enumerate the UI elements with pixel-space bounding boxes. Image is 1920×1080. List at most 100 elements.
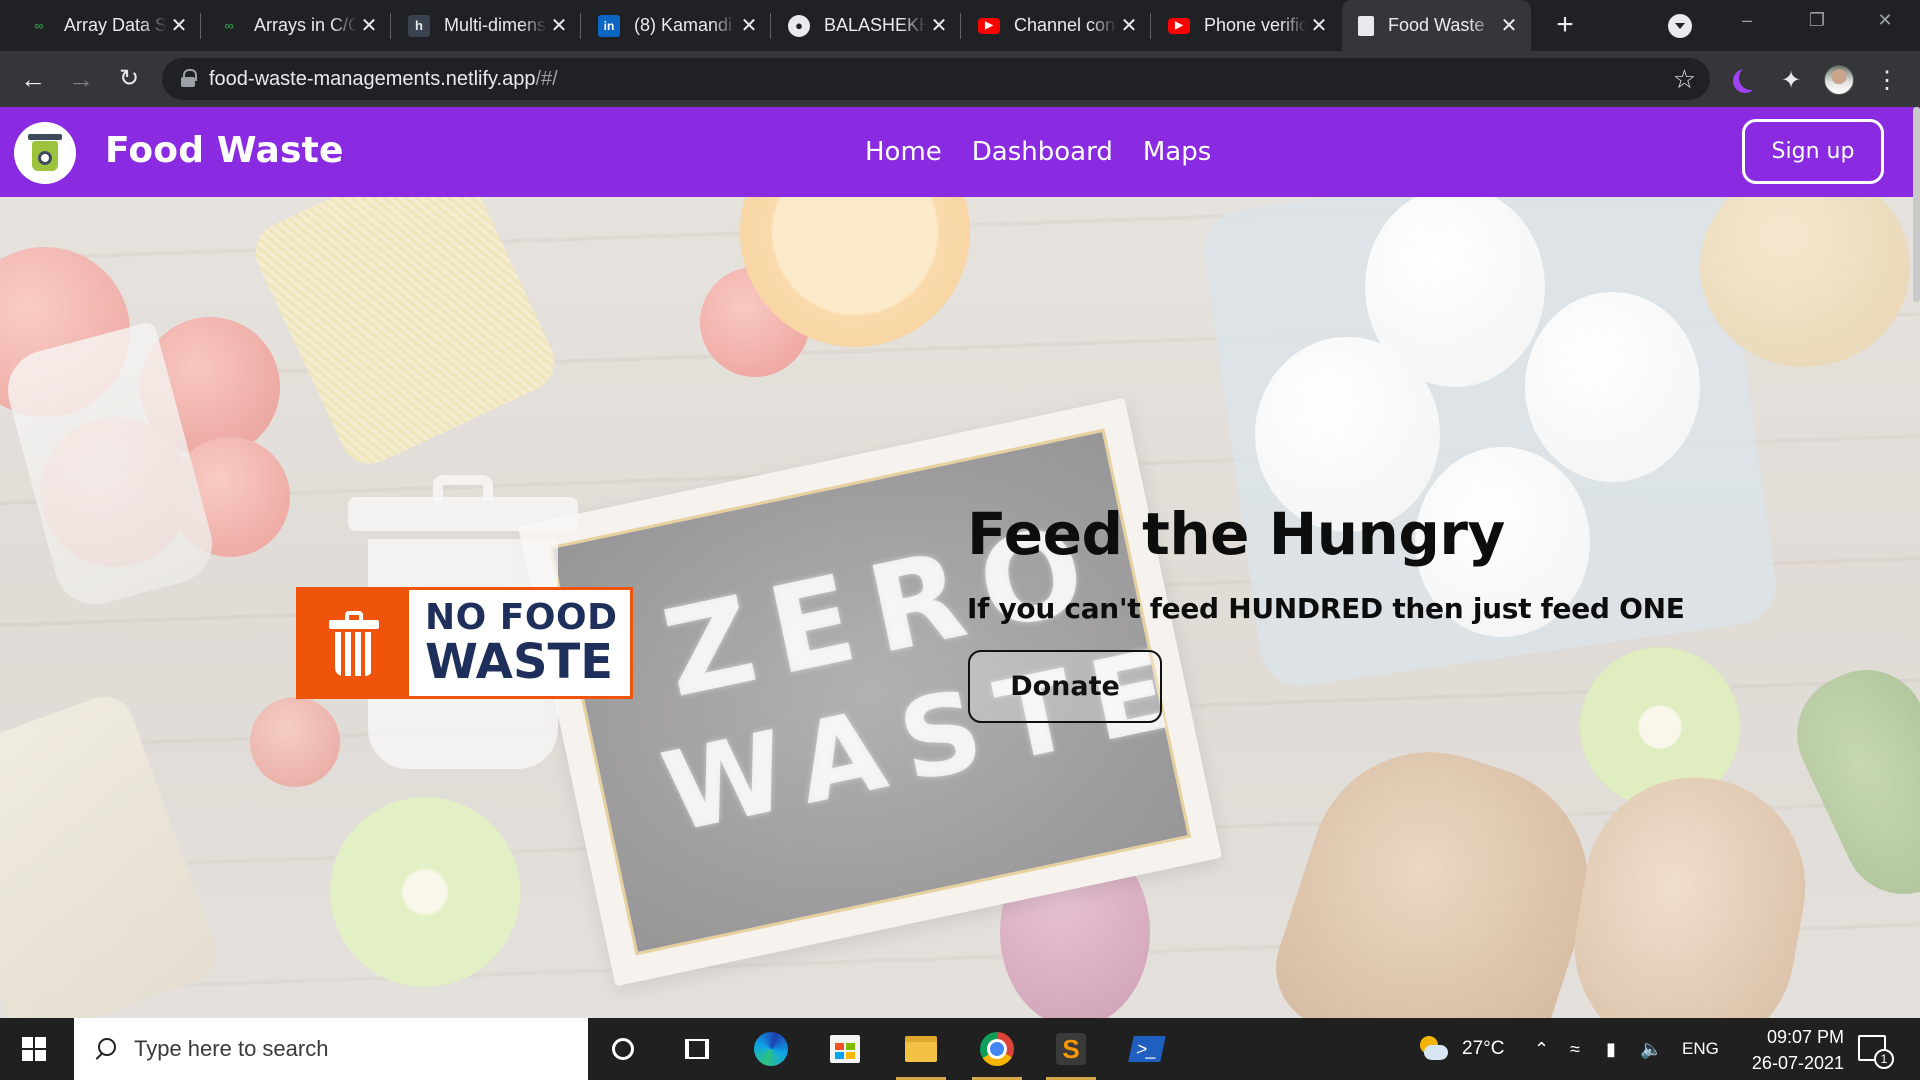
chrome-icon[interactable]: [972, 1032, 1022, 1080]
tab-close-icon[interactable]: ✕: [1307, 13, 1331, 38]
forward-arrow-icon[interactable]: →: [64, 63, 98, 97]
tab-title: Arrays in C/C++ - GeeksforGeeks: [254, 15, 357, 35]
sublime-text-icon[interactable]: S: [1046, 1033, 1096, 1080]
profile-avatar[interactable]: [1824, 65, 1854, 95]
tab-divider: [960, 13, 961, 39]
logo-text-line2: WASTE: [425, 634, 614, 690]
tab-divider: [770, 13, 771, 39]
web-page: ZERO WASTE NO FOOD WASTE Feed the Hungry…: [0, 107, 1920, 1018]
browser-tab[interactable]: ∞ Array Data Structure - GeeksforGeeks ✕: [12, 0, 201, 51]
hero-section: ZERO WASTE NO FOOD WASTE Feed the Hungry…: [0, 197, 1920, 1018]
powershell-icon[interactable]: >_: [1128, 1033, 1166, 1065]
tab-close-icon[interactable]: ✕: [167, 13, 191, 38]
browser-tab[interactable]: h Multi-dimensional Arrays ✕: [392, 0, 581, 51]
extensions-puzzle-icon[interactable]: ✦: [1776, 65, 1806, 95]
site-logo[interactable]: [14, 122, 76, 184]
nav-link-maps[interactable]: Maps: [1143, 137, 1211, 167]
weather-widget[interactable]: 27°C: [1418, 1018, 1504, 1080]
taskbar-search-box[interactable]: Type here to search: [74, 1018, 588, 1080]
browser-tab[interactable]: in (8) Kamandi ✕: [582, 0, 771, 51]
recycle-bin-icon: [28, 134, 62, 171]
trash-bin-icon: [299, 590, 409, 696]
page-scrollbar[interactable]: [1913, 107, 1920, 302]
windows-start-icon[interactable]: [22, 1037, 46, 1061]
page-favicon-icon: [1358, 15, 1374, 36]
show-hidden-icons-chevron-icon[interactable]: ⌃: [1534, 1018, 1549, 1080]
file-explorer-icon[interactable]: [896, 1033, 946, 1080]
url-text[interactable]: food-waste-managements.netlify.app/#/: [209, 68, 558, 91]
nav-link-dashboard[interactable]: Dashboard: [972, 137, 1113, 167]
minimize-icon[interactable]: –: [1718, 0, 1776, 40]
nav-link-home[interactable]: Home: [865, 137, 942, 167]
geeksforgeeks-icon: ∞: [34, 18, 44, 33]
tab-title: BALASHEKHAR: [824, 15, 927, 35]
hero-title: Feed the Hungry: [967, 500, 1505, 568]
menu-kebab-icon[interactable]: ⋮: [1872, 65, 1902, 95]
taskbar-search-placeholder: Type here to search: [134, 1036, 329, 1061]
task-view-icon[interactable]: [680, 1033, 714, 1065]
browser-tab[interactable]: ▶ Phone verification ✕: [1152, 0, 1341, 51]
microsoft-store-icon[interactable]: [828, 1033, 862, 1065]
notification-count-badge: 1: [1874, 1049, 1894, 1069]
browser-tab-strip: ∞ Array Data Structure - GeeksforGeeks ✕…: [0, 0, 1920, 51]
tab-title: Multi-dimensional Arrays: [444, 15, 547, 35]
browser-toolbar: ← → ↻ food-waste-managements.netlify.app…: [0, 51, 1920, 107]
language-indicator[interactable]: ENG: [1682, 1018, 1719, 1080]
tab-close-icon[interactable]: ✕: [1117, 13, 1141, 38]
restore-icon[interactable]: ❐: [1788, 0, 1846, 40]
tab-close-icon[interactable]: ✕: [357, 13, 381, 38]
cortana-icon[interactable]: [606, 1033, 640, 1065]
tab-title: Food Waste: [1388, 15, 1485, 35]
github-icon: ●: [788, 14, 810, 37]
battery-icon[interactable]: ▮: [1606, 1018, 1616, 1080]
new-tab-button[interactable]: +: [1548, 8, 1582, 42]
tab-title: Array Data Structure - GeeksforGeeks: [64, 15, 167, 35]
dark-mode-extension-icon[interactable]: [1728, 65, 1758, 95]
youtube-icon: ▶: [978, 17, 1000, 34]
tab-divider: [1150, 13, 1151, 39]
address-bar[interactable]: food-waste-managements.netlify.app/#/ ☆: [162, 58, 1710, 100]
signup-button[interactable]: Sign up: [1742, 119, 1884, 184]
hackerrank-icon: h: [408, 14, 430, 37]
reload-icon[interactable]: ↻: [112, 63, 146, 97]
window-close-icon[interactable]: ✕: [1856, 0, 1914, 40]
linkedin-icon: in: [598, 14, 620, 37]
tab-divider: [580, 13, 581, 39]
edge-browser-icon[interactable]: [754, 1032, 788, 1066]
no-food-waste-logo: NO FOOD WASTE: [296, 587, 633, 699]
tab-title: Phone verification: [1204, 15, 1307, 35]
tab-close-icon[interactable]: ✕: [737, 13, 761, 38]
tab-title: (8) Kamandi: [634, 15, 733, 35]
clock-date: 26-07-2021: [1751, 1053, 1844, 1073]
browser-tab[interactable]: ▶ Channel content ✕: [962, 0, 1151, 51]
tab-close-icon[interactable]: ✕: [1497, 13, 1521, 38]
site-brand[interactable]: Food Waste: [105, 130, 344, 171]
lock-icon: [181, 69, 197, 87]
tab-close-icon[interactable]: ✕: [927, 13, 951, 38]
temperature-text: 27°C: [1462, 1038, 1505, 1059]
back-arrow-icon[interactable]: ←: [16, 63, 50, 97]
browser-tab-active[interactable]: Food Waste ✕: [1342, 0, 1531, 51]
tab-title: Channel content: [1014, 15, 1117, 35]
browser-tab[interactable]: ● BALASHEKHAR ✕: [772, 0, 961, 51]
site-navbar: Food Waste Home Dashboard Maps Sign up: [0, 107, 1920, 197]
donate-button[interactable]: Donate: [968, 650, 1162, 723]
browser-tab[interactable]: ∞ Arrays in C/C++ - GeeksforGeeks ✕: [202, 0, 391, 51]
notification-center-icon[interactable]: 1: [1858, 1035, 1894, 1069]
site-nav: Home Dashboard Maps: [865, 137, 1211, 167]
volume-icon[interactable]: 🔈: [1640, 1018, 1662, 1080]
tab-search-icon[interactable]: [1668, 14, 1692, 38]
youtube-icon: ▶: [1168, 17, 1190, 34]
url-path: /#/: [535, 67, 558, 90]
system-clock[interactable]: 09:07 PM 26-07-2021: [1720, 1024, 1844, 1076]
logo-text-line1: NO FOOD: [425, 597, 618, 638]
windows-taskbar: Type here to search S >_ 27°C ⌃ ≈ ▮ 🔈 EN…: [0, 1018, 1920, 1080]
wifi-icon[interactable]: ≈: [1570, 1018, 1580, 1080]
partly-cloudy-icon: [1418, 1036, 1448, 1062]
bookmark-star-icon[interactable]: ☆: [1673, 65, 1696, 93]
hero-subtitle: If you can't feed HUNDRED then just feed…: [967, 592, 1685, 625]
clock-time: 09:07 PM: [1766, 1027, 1844, 1047]
tab-divider: [200, 13, 201, 39]
geeksforgeeks-icon: ∞: [224, 18, 234, 33]
tab-close-icon[interactable]: ✕: [547, 13, 571, 38]
